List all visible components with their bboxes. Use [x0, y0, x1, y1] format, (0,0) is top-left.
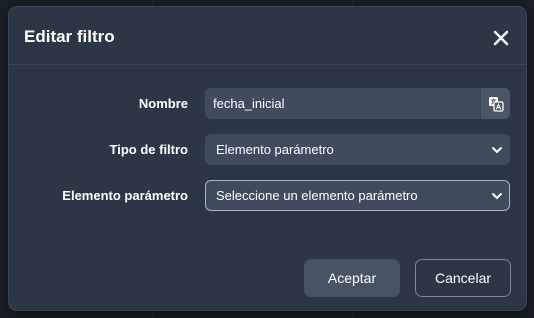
filter-type-row: Tipo de filtro Elemento parámetro: [9, 134, 526, 165]
parameter-element-label: Elemento parámetro: [62, 188, 188, 203]
close-button[interactable]: [491, 28, 511, 48]
chevron-down-icon: [492, 193, 502, 199]
filter-type-select[interactable]: Elemento parámetro: [205, 134, 510, 165]
chevron-down-icon: [492, 147, 502, 153]
dialog-title: Editar filtro: [24, 27, 115, 46]
translate-button[interactable]: [480, 88, 510, 119]
filter-type-selected: Elemento parámetro: [216, 142, 334, 157]
filter-type-label: Tipo de filtro: [109, 142, 188, 157]
parameter-element-selected: Seleccione un elemento parámetro: [216, 188, 418, 203]
edit-filter-dialog: Editar filtro Nombre fecha_inicial Tipo …: [8, 6, 527, 311]
translate-icon: [488, 96, 504, 112]
name-label: Nombre: [138, 96, 188, 111]
parameter-element-row: Elemento parámetro Seleccione un element…: [9, 180, 526, 211]
parameter-element-select[interactable]: Seleccione un elemento parámetro: [205, 180, 510, 211]
name-row: Nombre fecha_inicial: [9, 88, 526, 119]
accept-button[interactable]: Aceptar: [304, 259, 400, 297]
cancel-button[interactable]: Cancelar: [415, 259, 511, 297]
close-icon: [493, 30, 509, 46]
dialog-header: Editar filtro: [9, 7, 526, 65]
name-input[interactable]: fecha_inicial: [205, 88, 510, 119]
name-input-value: fecha_inicial: [213, 96, 285, 111]
